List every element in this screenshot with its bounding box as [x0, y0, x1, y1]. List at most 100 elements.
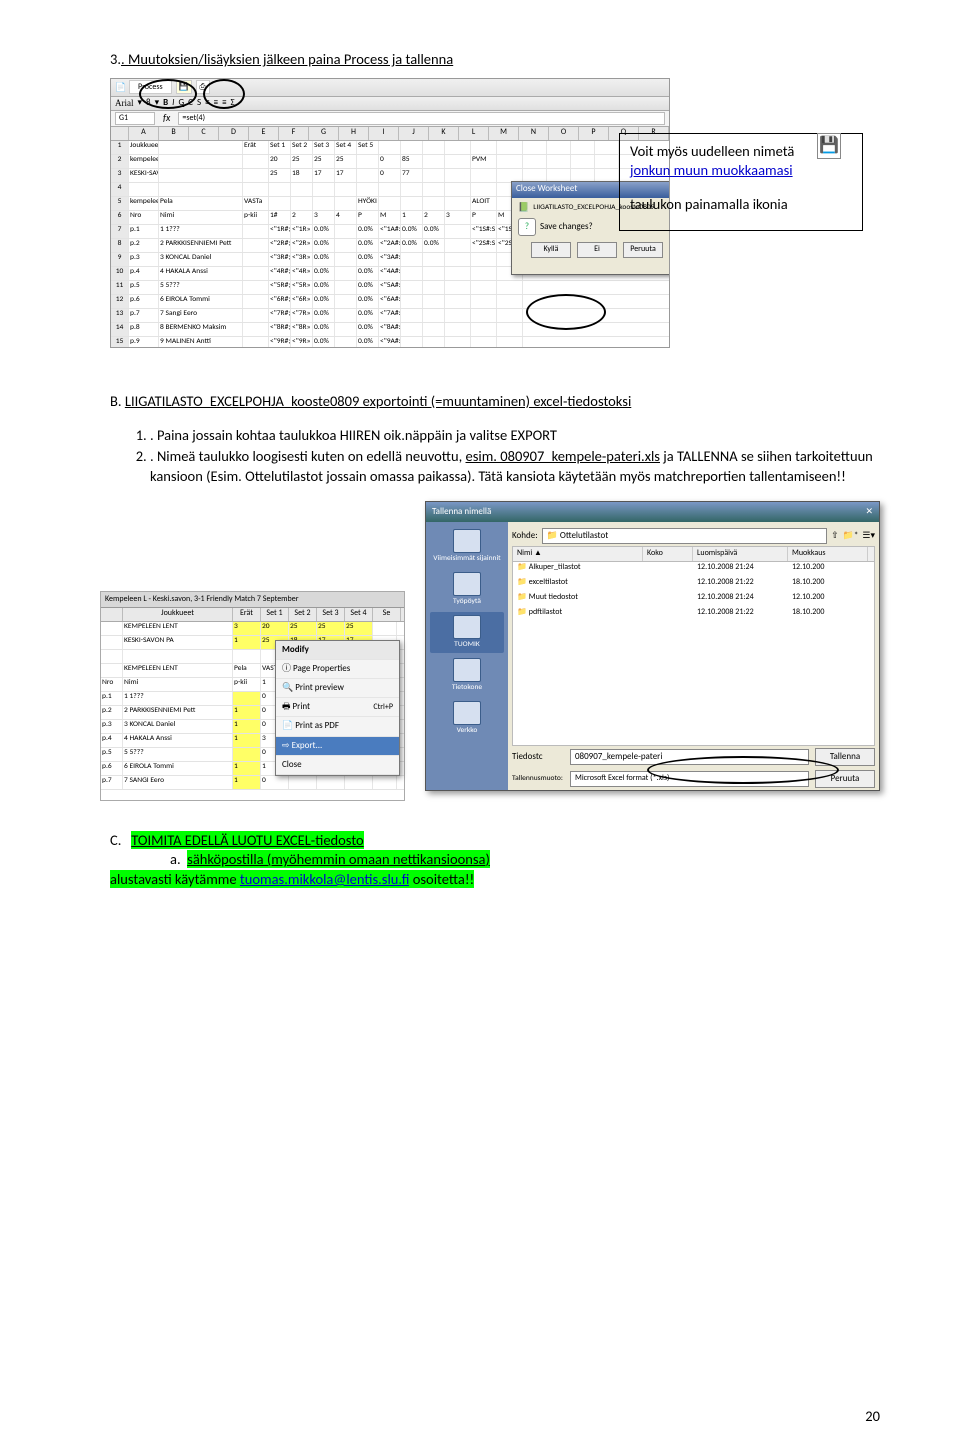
doc-icon: 📄 — [115, 82, 125, 92]
cell — [445, 281, 471, 294]
list-col-header[interactable]: Koko — [643, 547, 693, 561]
places-item[interactable]: TUOMIK — [430, 612, 504, 653]
cell — [243, 253, 269, 266]
cell: 3 KONCAL Daniel — [123, 720, 233, 733]
cell: P — [357, 211, 379, 224]
list-col-header[interactable]: Muokkaus — [788, 547, 868, 561]
section-b-title: LIIGATILASTO_EXCELPOHJA_kooste0809 expor… — [125, 392, 631, 410]
cell: 11 — [111, 281, 129, 294]
cell: <"9R» — [291, 337, 313, 348]
cell — [423, 337, 445, 348]
cell — [243, 295, 269, 308]
places-item[interactable]: Viimeisimmät sijainnit — [430, 526, 504, 567]
col-header: C — [189, 127, 219, 140]
cell: 0.0% — [357, 323, 379, 336]
cell — [159, 183, 243, 196]
cell: <"4R#;<<"4Ri;<<"4R/ — [269, 267, 291, 280]
cell: 25 — [269, 169, 291, 182]
cell: <"7R» — [291, 309, 313, 322]
cell — [497, 295, 523, 308]
menu-item[interactable]: 🖶 PrintCtrl+P — [276, 698, 399, 717]
cell — [423, 141, 445, 154]
cell: 0.0% — [357, 309, 379, 322]
list-cell: 12.10.2008 21:22 — [693, 577, 788, 592]
col-header: D — [219, 127, 249, 140]
menu-item[interactable]: 🔍 Print preview — [276, 679, 399, 698]
section-b-item2: . Nimeä taulukko loogisesti kuten on ede… — [150, 447, 880, 486]
menu-item[interactable]: ⇨ Export... — [276, 737, 399, 756]
cell — [335, 323, 357, 336]
cell: P — [471, 211, 497, 224]
cell — [445, 183, 471, 196]
cell — [129, 183, 159, 196]
places-item[interactable]: Tietokone — [430, 655, 504, 696]
cell: p.1 — [101, 692, 123, 705]
kohde-label: Kohde: — [512, 530, 538, 542]
section-c: C. TOIMITA EDELLÄ LUOTU EXCEL-tiedosto a… — [110, 831, 880, 890]
cell — [101, 636, 123, 649]
cell — [101, 664, 123, 677]
formula-input[interactable]: =set(4) — [178, 112, 665, 125]
cell: 5 — [111, 197, 129, 210]
menu-item[interactable]: Close — [276, 756, 399, 775]
up-icon[interactable]: ⇧ — [831, 530, 839, 542]
col-header: M — [489, 127, 519, 140]
cell — [401, 337, 423, 348]
places-item[interactable]: Työpöytä — [430, 569, 504, 610]
cell: 2 — [423, 211, 445, 224]
no-button[interactable]: Ei — [577, 242, 617, 258]
cell: 0.0% — [313, 253, 335, 266]
place-icon — [453, 572, 481, 596]
cell — [423, 253, 445, 266]
list-item[interactable]: 📁 exceltilastot12.10.2008 21:2218.10.200 — [513, 577, 874, 592]
heading-num: 3. — [110, 50, 121, 68]
place-icon — [453, 658, 481, 682]
table-row: 2kempeleen lentop20252525085PVM — [111, 155, 669, 169]
file-list[interactable]: 📁 Alkuper_tilastot 12.10.2008 21:2412.10.… — [512, 562, 875, 746]
cell — [445, 239, 471, 252]
menu-item[interactable]: 📄 Print as PDF — [276, 717, 399, 736]
cell: <"2R#;<<"2Ri;<<"2R/ — [269, 239, 291, 252]
cell — [373, 776, 397, 789]
yes-button[interactable]: Kyllä — [531, 242, 571, 258]
cell: Joukkueet — [129, 141, 159, 154]
cancel-button[interactable]: Peruuta — [623, 242, 663, 258]
cell: 9 MALINEN Antti — [159, 337, 243, 348]
type-label: Tallennusmuoto: — [512, 774, 564, 784]
section-c-title: TOIMITA EDELLÄ LUOTU EXCEL-tiedosto — [131, 831, 363, 849]
view-icon[interactable]: ☰▾ — [862, 530, 875, 542]
new-folder-icon[interactable]: 📁* — [843, 530, 859, 542]
list-col-header[interactable]: Luomispäivä — [693, 547, 788, 561]
cell — [471, 169, 497, 182]
close-icon[interactable]: ✕ — [865, 506, 873, 518]
list-item[interactable]: 📁 pdftilastot12.10.2008 21:2218.10.200 — [513, 607, 874, 622]
cell: ALOIT — [471, 197, 497, 210]
cell: 0.0% — [313, 309, 335, 322]
cell — [291, 197, 313, 210]
menu-item[interactable]: ⓘ Page Properties — [276, 660, 399, 679]
cell-ref[interactable]: G1 — [115, 112, 155, 125]
cell: 25 — [291, 155, 313, 168]
cell: 0.0% — [357, 239, 379, 252]
table-row: 1JoukkueetErätSet 1Set 2Set 3Set 4Set 5 — [111, 141, 669, 155]
list-col-header[interactable]: Nimi ▲ — [513, 547, 643, 561]
annotation-circle-process — [139, 79, 197, 109]
cell — [233, 650, 261, 663]
list-cell: 12.10.2008 21:24 — [693, 592, 788, 607]
list-cell: 📁 Alkuper_tilastot — [513, 562, 643, 577]
cell — [445, 323, 471, 336]
cell: 0.0% — [357, 281, 379, 294]
cell: 20 — [261, 622, 289, 635]
list-item[interactable]: 📁 Muut tiedostot12.10.2008 21:2412.10.20… — [513, 592, 874, 607]
cell: M — [379, 211, 401, 224]
places-item[interactable]: Verkko — [430, 698, 504, 739]
list-cell: 12.10.200 — [788, 562, 868, 577]
kohde-dropdown[interactable]: 📁 Ottelutilastot — [542, 528, 828, 544]
cell — [357, 169, 379, 182]
cell — [423, 183, 445, 196]
places-bar: Viimeisimmät sijainnitTyöpöytäTUOMIKTiet… — [426, 522, 508, 790]
cell: 7 — [111, 225, 129, 238]
col-header: N — [519, 127, 549, 140]
cell: 1# — [269, 211, 291, 224]
list-item[interactable]: 📁 Alkuper_tilastot12.10.2008 21:2412.10.… — [513, 562, 874, 577]
